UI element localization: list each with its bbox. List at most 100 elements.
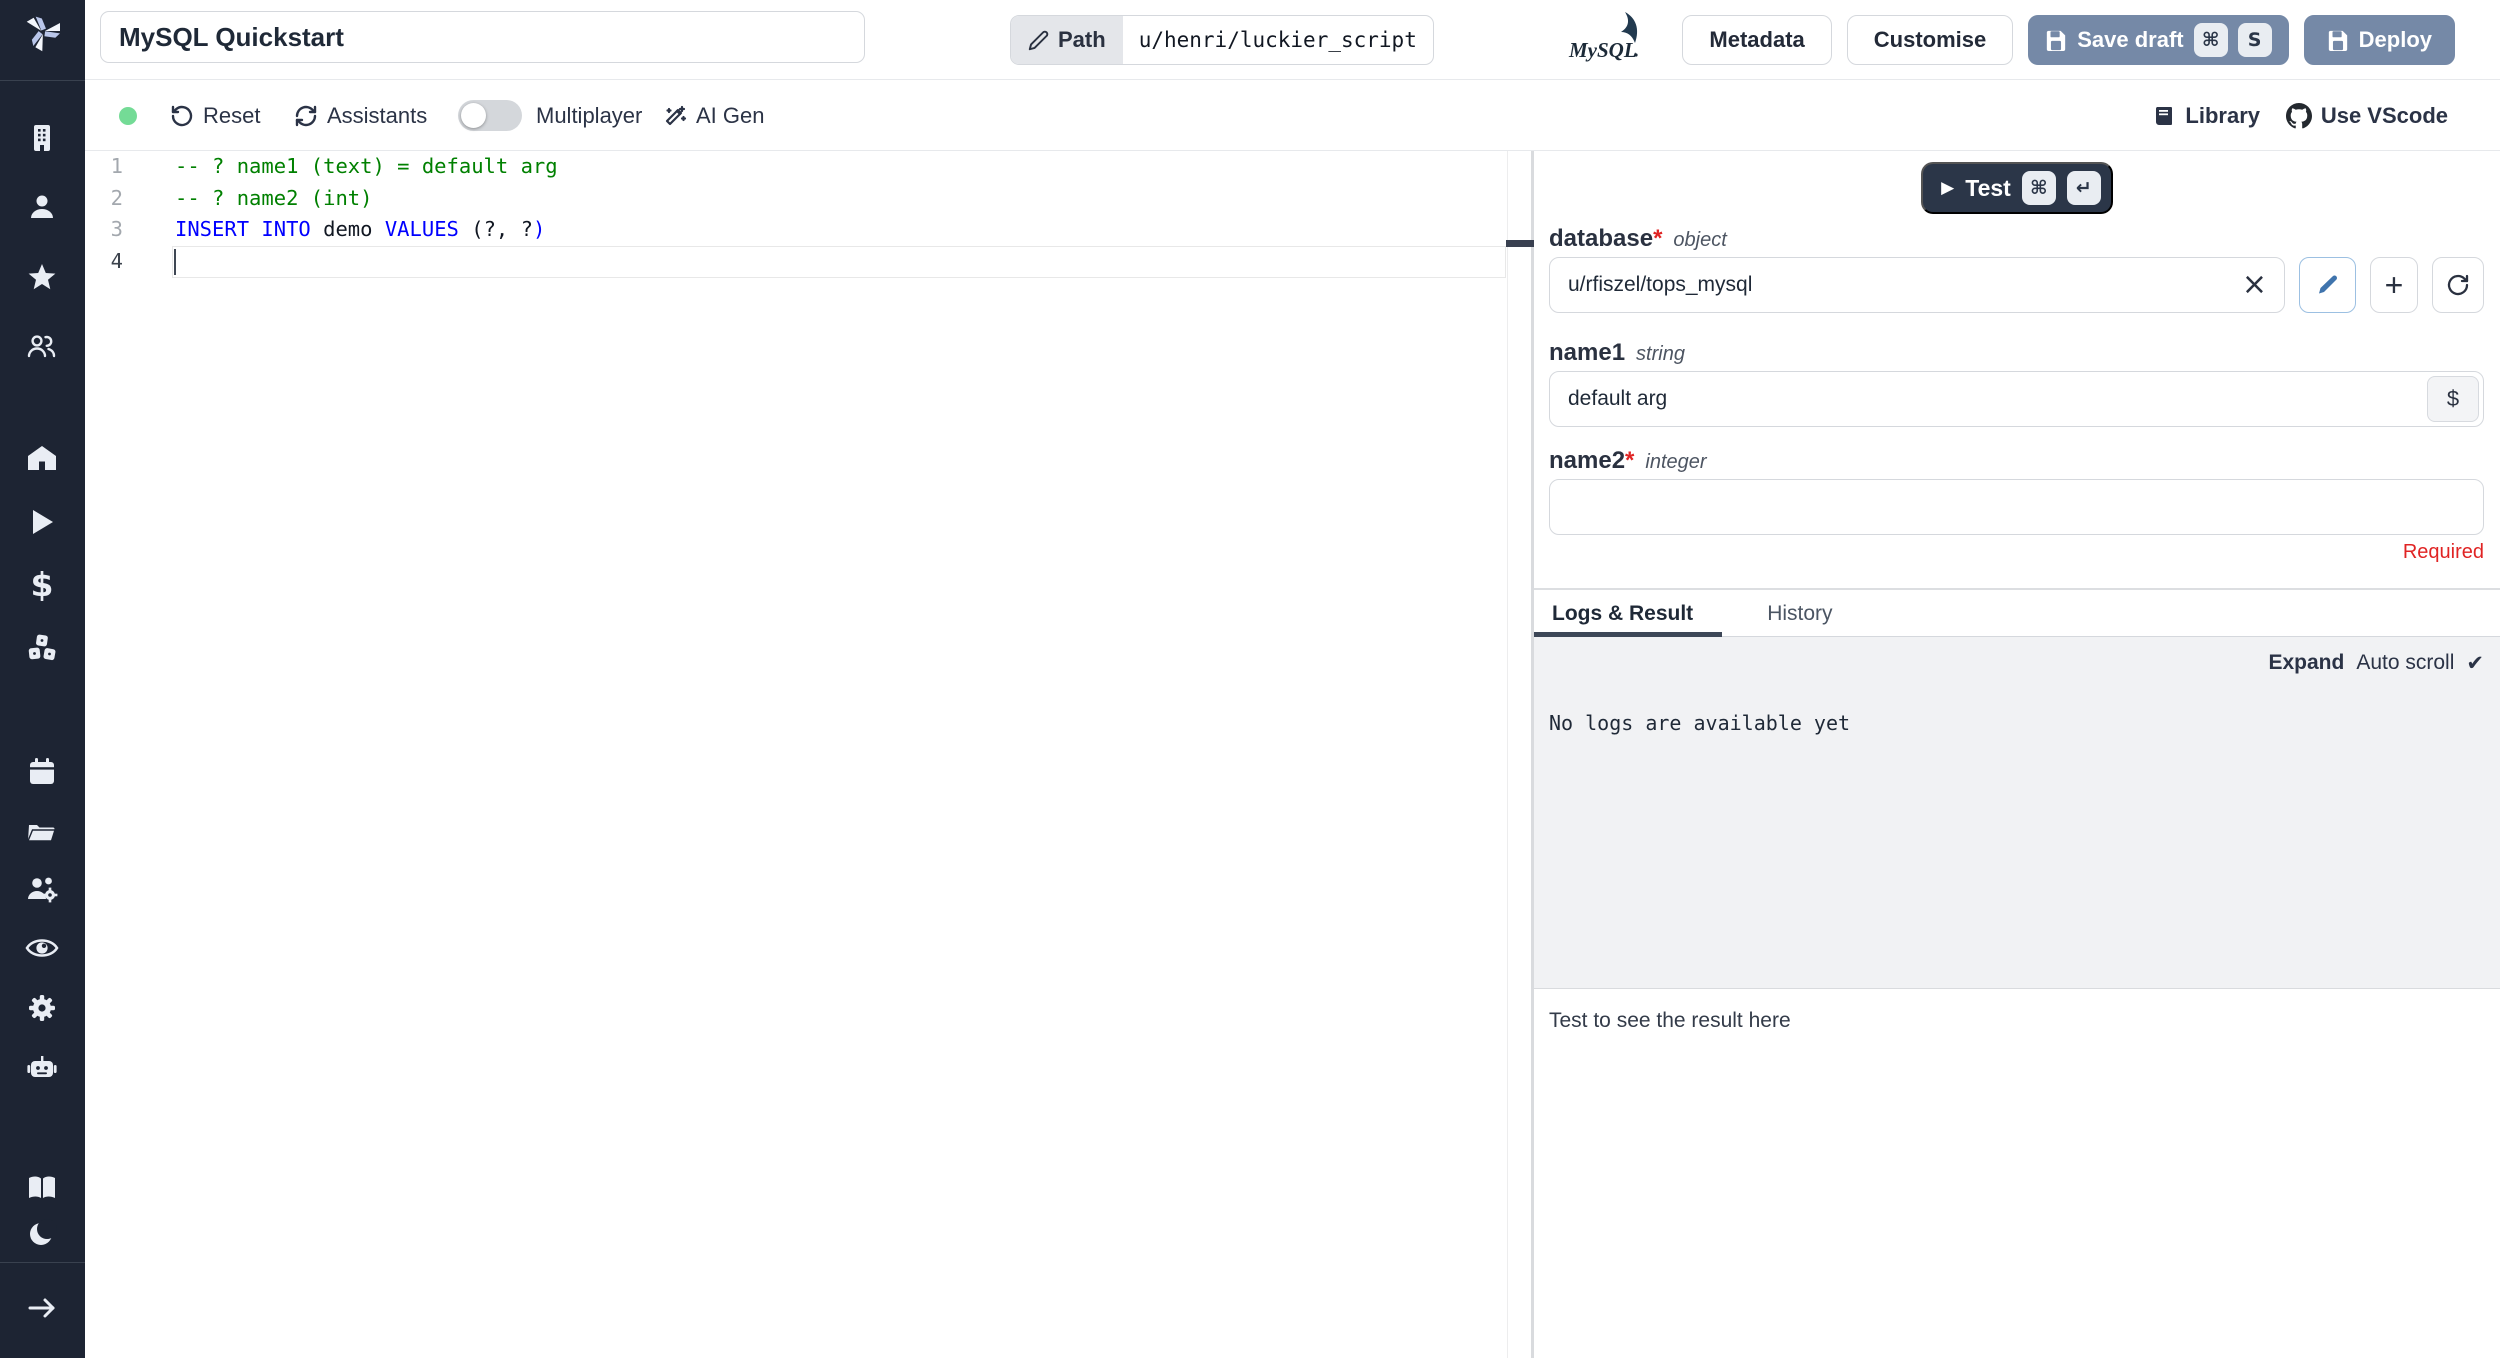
sidebar-item-favorites[interactable] <box>24 260 60 296</box>
sidebar-item-audit-logs[interactable] <box>24 930 60 966</box>
users-icon <box>27 335 56 358</box>
field-name: name1 <box>1549 339 1626 366</box>
logs-result-section: Logs & Result History Expand Auto scroll… <box>1534 588 2500 1358</box>
edit-resource-button[interactable] <box>2299 257 2356 313</box>
dollar-icon: $ <box>30 565 54 604</box>
save-icon <box>2328 30 2347 51</box>
mysql-logo-text: MySQL <box>1568 38 1637 62</box>
sidebar-item-schedules[interactable] <box>24 754 60 790</box>
field-type: string <box>1636 343 1685 365</box>
code-line: 3 INSERT INTO demo VALUES (?, ?) <box>85 214 1507 246</box>
user-icon <box>31 195 53 218</box>
sidebar-item-resources[interactable] <box>24 630 60 666</box>
refresh-resource-button[interactable] <box>2432 257 2484 313</box>
sidebar-item-folders[interactable] <box>24 814 60 850</box>
rotate-ccw-icon <box>171 105 193 126</box>
overview-ruler-marker <box>1506 240 1534 247</box>
result-placeholder: Test to see the result here <box>1549 1009 1791 1032</box>
multiplayer-toggle-group: Multiplayer <box>458 80 642 151</box>
home-icon <box>28 446 56 470</box>
kbd-enter: ↵ <box>2066 171 2101 205</box>
library-button[interactable]: Library <box>2152 80 2260 151</box>
metadata-button[interactable]: Metadata <box>1682 15 1832 65</box>
tab-label: History <box>1767 602 1833 625</box>
sidebar-item-groups[interactable] <box>24 872 60 908</box>
editor-toolbar: Reset Assistants Multiplayer AI Gen Libr… <box>85 80 2500 151</box>
sidebar-item-members[interactable] <box>24 330 60 366</box>
multiplayer-toggle[interactable] <box>458 100 522 131</box>
reset-button[interactable]: Reset <box>170 80 260 151</box>
logs-header: Expand Auto scroll ✔ <box>2268 651 2484 675</box>
code-text: -- ? name2 (int) <box>175 183 372 215</box>
line-number: 2 <box>110 185 123 210</box>
assistants-button[interactable]: Assistants <box>294 80 427 151</box>
autoscroll-checkbox[interactable]: ✔ <box>2466 651 2484 675</box>
customise-label: Customise <box>1873 27 1987 52</box>
ai-gen-button[interactable]: AI Gen <box>663 80 764 151</box>
test-button[interactable]: ▶ Test ⌘ ↵ <box>1921 162 2113 214</box>
windmill-logo-icon[interactable] <box>22 10 64 52</box>
name1-input[interactable] <box>1549 371 2484 427</box>
tab-history[interactable]: History <box>1743 590 1856 636</box>
play-icon: ▶ <box>1941 177 1955 198</box>
play-icon <box>33 510 53 534</box>
kbd-s: S <box>2237 23 2272 57</box>
name2-input[interactable] <box>1549 479 2484 535</box>
sidebar-expand-button[interactable] <box>24 1290 60 1326</box>
code-token: demo <box>310 217 385 241</box>
topbar-actions: Metadata Customise Save draft ⌘ S Deploy <box>1682 15 2455 65</box>
sidebar-item-home[interactable] <box>24 442 60 478</box>
test-label: Test <box>1965 174 2011 201</box>
database-input[interactable] <box>1549 257 2285 313</box>
code-token: INSERT INTO <box>175 217 311 241</box>
path-chip[interactable]: Path u/henri/luckier_script <box>1010 15 1434 65</box>
tab-label: Logs & Result <box>1552 602 1694 625</box>
add-resource-button[interactable]: + <box>2370 257 2418 313</box>
sidebar-item-user[interactable] <box>24 190 60 226</box>
expand-button[interactable]: Expand <box>2268 651 2344 675</box>
field-row-database: × + <box>1549 257 2484 313</box>
result-panel: Test to see the result here <box>1534 988 2500 1033</box>
customise-button[interactable]: Customise <box>1846 15 2014 65</box>
robot-icon <box>27 1056 57 1077</box>
preview-panel: ▶ Test ⌘ ↵ database* object × <box>1534 151 2500 1358</box>
sidebar-item-dark-mode[interactable] <box>24 1216 60 1252</box>
windmill-script-editor: $ MySQL Quickstart Path u/henri/luckier_… <box>0 0 2500 1358</box>
code-token: (?, ? <box>458 217 533 241</box>
use-vscode-button[interactable]: Use VScode <box>2285 80 2448 151</box>
sidebar-item-runs[interactable] <box>24 504 60 540</box>
sidebar-item-docs[interactable] <box>24 1170 60 1206</box>
deploy-button[interactable]: Deploy <box>2303 15 2455 65</box>
sidebar-divider <box>0 80 85 81</box>
tab-logs-result[interactable]: Logs & Result <box>1534 590 1723 636</box>
deploy-label: Deploy <box>2358 27 2432 52</box>
code-token: -- ? name2 (int) <box>175 185 373 210</box>
sidebar-item-workspace[interactable] <box>24 120 60 156</box>
calendar-icon <box>30 758 54 784</box>
code-line: 1 -- ? name1 (text) = default arg <box>85 151 1507 183</box>
database-input-wrap: × <box>1549 257 2285 313</box>
users-gear-icon <box>28 877 58 903</box>
arrow-right-icon <box>28 1298 55 1318</box>
code-token: -- ? name1 (text) = default arg <box>175 154 558 178</box>
path-label: Path <box>1058 27 1106 52</box>
book-open-icon <box>29 1176 55 1198</box>
metadata-label: Metadata <box>1709 27 1805 52</box>
multiplayer-label: Multiplayer <box>536 102 643 128</box>
code-editor[interactable]: 1 -- ? name1 (text) = default arg 2 -- ?… <box>85 151 1508 1358</box>
clear-icon[interactable]: × <box>2242 270 2267 300</box>
insert-variable-button[interactable]: $ <box>2427 376 2479 422</box>
moon-icon <box>30 1219 57 1245</box>
code-token: VALUES <box>384 217 459 241</box>
sidebar-item-settings[interactable] <box>24 990 60 1026</box>
folder-open-icon <box>26 825 56 842</box>
ai-gen-label: AI Gen <box>696 102 765 128</box>
field-label-name1: name1 string <box>1549 339 2484 368</box>
sidebar-item-variables[interactable]: $ <box>24 567 60 603</box>
logs-empty-message: No logs are available yet <box>1549 711 1851 735</box>
code-token: ) <box>532 217 546 241</box>
code-text: -- ? name1 (text) = default arg <box>175 151 558 183</box>
sidebar-item-workers[interactable] <box>24 1050 60 1086</box>
save-draft-button[interactable]: Save draft ⌘ S <box>2028 15 2289 65</box>
script-title-input[interactable] <box>100 11 865 63</box>
